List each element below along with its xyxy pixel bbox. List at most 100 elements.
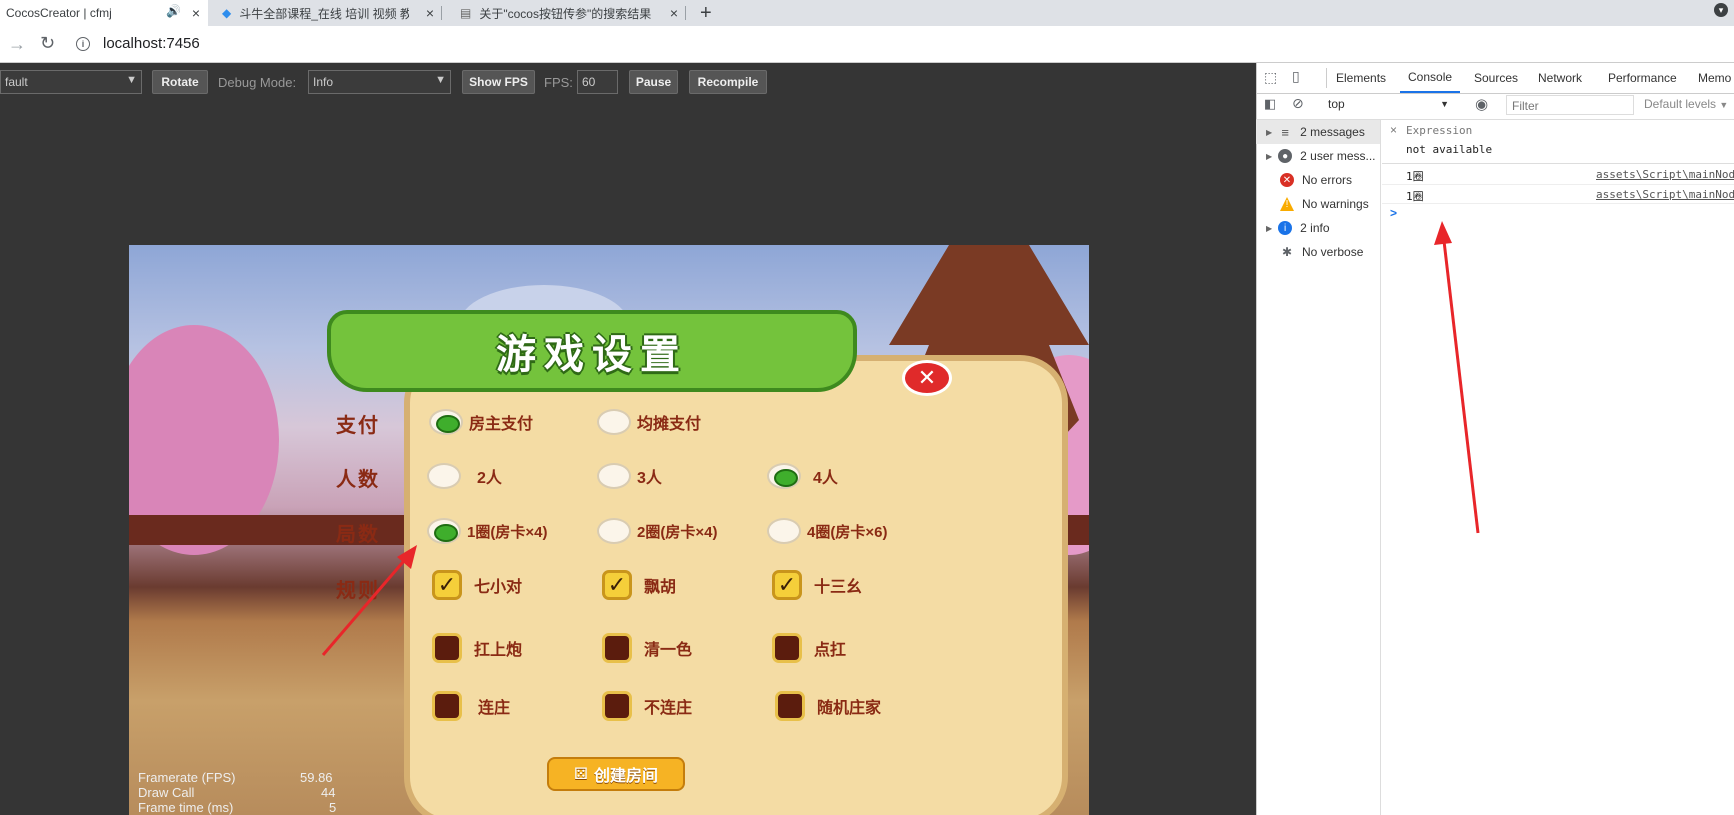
rounds-option-4[interactable]: 4圈(房卡×6): [767, 518, 887, 544]
sidebar-verbose[interactable]: ✱ No verbose: [1280, 240, 1363, 264]
eye-icon[interactable]: ◉: [1475, 95, 1488, 113]
radio-selected: [767, 463, 801, 489]
rounds-option-2[interactable]: 2圈(房卡×4): [597, 518, 717, 544]
option-label: 1圈(房卡×4): [467, 523, 548, 541]
rotate-button[interactable]: Rotate: [152, 70, 208, 94]
expression-label: Expression: [1406, 124, 1473, 137]
tab-console[interactable]: Console: [1400, 63, 1461, 93]
chevron-down-icon: ▼: [1440, 99, 1449, 109]
speaker-icon[interactable]: 🔊: [166, 4, 181, 18]
device-toolbar-icon[interactable]: ▯: [1292, 68, 1300, 85]
forward-icon[interactable]: →: [8, 34, 26, 55]
tab-divider: [685, 6, 686, 20]
inspect-element-icon[interactable]: ⬚: [1264, 69, 1277, 86]
debug-mode-select[interactable]: Info ▼: [308, 70, 451, 94]
radio-unselected: [427, 463, 461, 489]
reload-icon[interactable]: ↻: [40, 33, 55, 54]
close-tab-icon[interactable]: ×: [426, 5, 434, 21]
sidebar-messages[interactable]: ▶ ≡ 2 messages: [1266, 120, 1365, 144]
game-canvas[interactable]: 游戏设置 ✕ 支付 房主支付 均摊支付 人数 2人 3人 4人 局数 1圈(房卡…: [129, 245, 1089, 815]
sidebar-toggle-icon[interactable]: ◧: [1264, 96, 1276, 112]
tab-search[interactable]: ▤ 关于"cocos按钮传参"的搜索结果 ×: [454, 0, 686, 26]
log-source-link[interactable]: assets\Script\mainNod: [1596, 188, 1734, 201]
page-favicon-icon: ▤: [460, 6, 472, 20]
rule-gangshangpao[interactable]: 扛上炮: [432, 633, 522, 663]
fps-input[interactable]: 60: [577, 70, 618, 94]
players-option-2[interactable]: 2人: [427, 463, 502, 489]
info-icon[interactable]: i: [76, 37, 90, 51]
option-label: 扛上炮: [474, 642, 523, 659]
rounds-option-1[interactable]: 1圈(房卡×4): [427, 518, 547, 544]
filter-input[interactable]: Filter: [1506, 95, 1634, 115]
pause-button[interactable]: Pause: [629, 70, 678, 94]
tab-performance[interactable]: Performance: [1608, 63, 1677, 93]
console-prompt[interactable]: >: [1390, 206, 1397, 220]
context-select[interactable]: top ▼: [1320, 95, 1455, 113]
rule-suijizhuangjia[interactable]: 随机庄家: [775, 691, 881, 721]
radio-unselected: [597, 518, 631, 544]
levels-select[interactable]: Default levels ▼: [1644, 97, 1728, 111]
option-label: 随机庄家: [817, 700, 882, 717]
list-icon: ≡: [1281, 124, 1289, 140]
toolbar-divider: [1326, 68, 1327, 88]
rule-qixiaodui[interactable]: ✓ 七小对: [432, 570, 522, 600]
pay-option-split[interactable]: 均摊支付: [597, 409, 701, 435]
stat-draw-call-label: Draw Call: [138, 785, 195, 800]
tab-title: CocosCreator | cfmj: [6, 6, 112, 20]
user-icon: ●: [1278, 149, 1293, 163]
close-tab-icon[interactable]: ×: [670, 5, 678, 21]
new-tab-icon[interactable]: +: [700, 2, 712, 25]
pay-label: 支付: [336, 415, 380, 437]
device-select[interactable]: fault ▼: [0, 70, 142, 94]
sidebar-label: 2 info: [1300, 221, 1330, 235]
device-select-value: fault: [5, 75, 28, 89]
sidebar-info[interactable]: ▶ i 2 info: [1266, 216, 1330, 240]
rule-piaohu[interactable]: ✓ 飘胡: [602, 570, 676, 600]
clear-console-icon[interactable]: ⊘: [1292, 95, 1304, 112]
url-text[interactable]: localhost:7456: [103, 35, 200, 52]
expression-divider: [1382, 163, 1734, 164]
tab-cocos[interactable]: CocosCreator | cfmj 🔊 ×: [0, 0, 208, 26]
pay-option-owner[interactable]: 房主支付: [429, 409, 533, 435]
info-icon: i: [1278, 221, 1293, 235]
close-tab-icon[interactable]: ×: [192, 5, 200, 21]
close-expression-icon[interactable]: ×: [1390, 123, 1397, 137]
rule-lianzhuang[interactable]: 连庄: [432, 691, 510, 721]
rule-qingyise[interactable]: 清一色: [602, 633, 692, 663]
expand-arrow-icon: ▶: [1266, 151, 1273, 161]
checkbox-checked: ✓: [772, 570, 802, 600]
log-message: 1圈: [1406, 190, 1424, 203]
tab-douniu[interactable]: ◆ 斗牛全部课程_在线 培训 视频 教 ×: [216, 0, 442, 26]
address-bar-row: [0, 26, 1734, 63]
rule-shisanyao[interactable]: ✓ 十三幺: [772, 570, 862, 600]
filter-placeholder: Filter: [1512, 99, 1539, 113]
sidebar-errors[interactable]: ✕ No errors: [1280, 168, 1352, 192]
tab-network[interactable]: Network: [1538, 63, 1582, 93]
stat-fps-label: Framerate (FPS): [138, 770, 236, 785]
create-room-button[interactable]: ⚄ 创建房间: [547, 757, 685, 791]
checkbox-unchecked: [775, 691, 805, 721]
chevron-down-icon: ▼: [435, 74, 446, 86]
log-source-link[interactable]: assets\Script\mainNod: [1596, 168, 1734, 181]
close-panel-button[interactable]: ✕: [902, 360, 952, 396]
panel-title: 游戏设置: [496, 333, 688, 377]
tab-memory[interactable]: Memo: [1698, 63, 1731, 93]
show-fps-button[interactable]: Show FPS: [462, 70, 535, 94]
radio-unselected: [597, 463, 631, 489]
sidebar-warnings[interactable]: ! No warnings: [1280, 192, 1369, 216]
checkbox-unchecked: [602, 633, 632, 663]
players-option-3[interactable]: 3人: [597, 463, 662, 489]
debug-mode-value: Info: [313, 75, 334, 89]
option-label: 飘胡: [644, 579, 677, 596]
rule-diangang[interactable]: 点扛: [772, 633, 846, 663]
tab-elements[interactable]: Elements: [1336, 63, 1386, 93]
option-label: 2圈(房卡×4): [637, 523, 718, 541]
tab-sources[interactable]: Sources: [1474, 63, 1518, 93]
checkbox-unchecked: [432, 633, 462, 663]
tab-search-icon[interactable]: ▾: [1714, 3, 1728, 17]
players-option-4[interactable]: 4人: [767, 463, 838, 489]
rule-bulianzhuang[interactable]: 不连庄: [602, 691, 692, 721]
sidebar-user-messages[interactable]: ▶ ● 2 user mess...: [1266, 144, 1376, 168]
chevron-down-icon: ▼: [1719, 100, 1729, 110]
recompile-button[interactable]: Recompile: [689, 70, 767, 94]
